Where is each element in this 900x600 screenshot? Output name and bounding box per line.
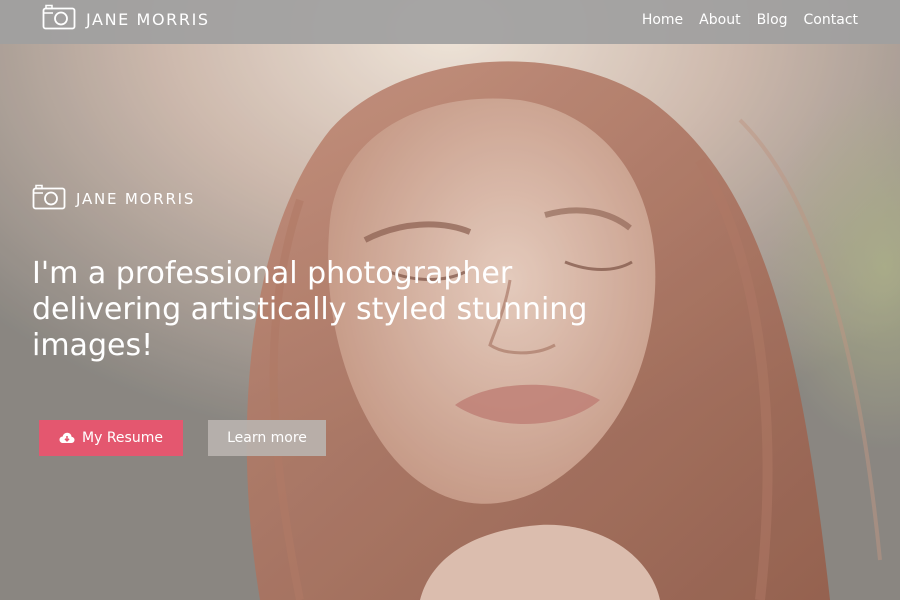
hero-brand-name: JANE MORRIS (76, 190, 196, 208)
nav-link-about[interactable]: About (699, 12, 740, 28)
nav-menu: Home About Blog Contact (626, 12, 858, 28)
hero-brand: JANE MORRIS (32, 184, 195, 214)
camera-icon (32, 184, 66, 214)
learn-more-button[interactable]: Learn more (208, 420, 326, 456)
nav-link-blog[interactable]: Blog (757, 12, 788, 28)
learn-more-label: Learn more (227, 430, 307, 446)
navbar-brand-name: JANE MORRIS (86, 9, 210, 29)
hero-section: JANE MORRIS Home About Blog Contact JANE… (0, 0, 900, 600)
my-resume-label: My Resume (82, 430, 163, 446)
nav-link-home[interactable]: Home (642, 12, 683, 28)
camera-icon (42, 4, 76, 34)
nav-link-contact[interactable]: Contact (804, 12, 858, 28)
navbar-brand[interactable]: JANE MORRIS (42, 4, 210, 34)
hero-headline: I'm a professional photographer deliveri… (32, 256, 588, 363)
cloud-download-icon (59, 432, 75, 444)
my-resume-button[interactable]: My Resume (39, 420, 183, 456)
top-navbar: JANE MORRIS Home About Blog Contact (0, 0, 900, 44)
